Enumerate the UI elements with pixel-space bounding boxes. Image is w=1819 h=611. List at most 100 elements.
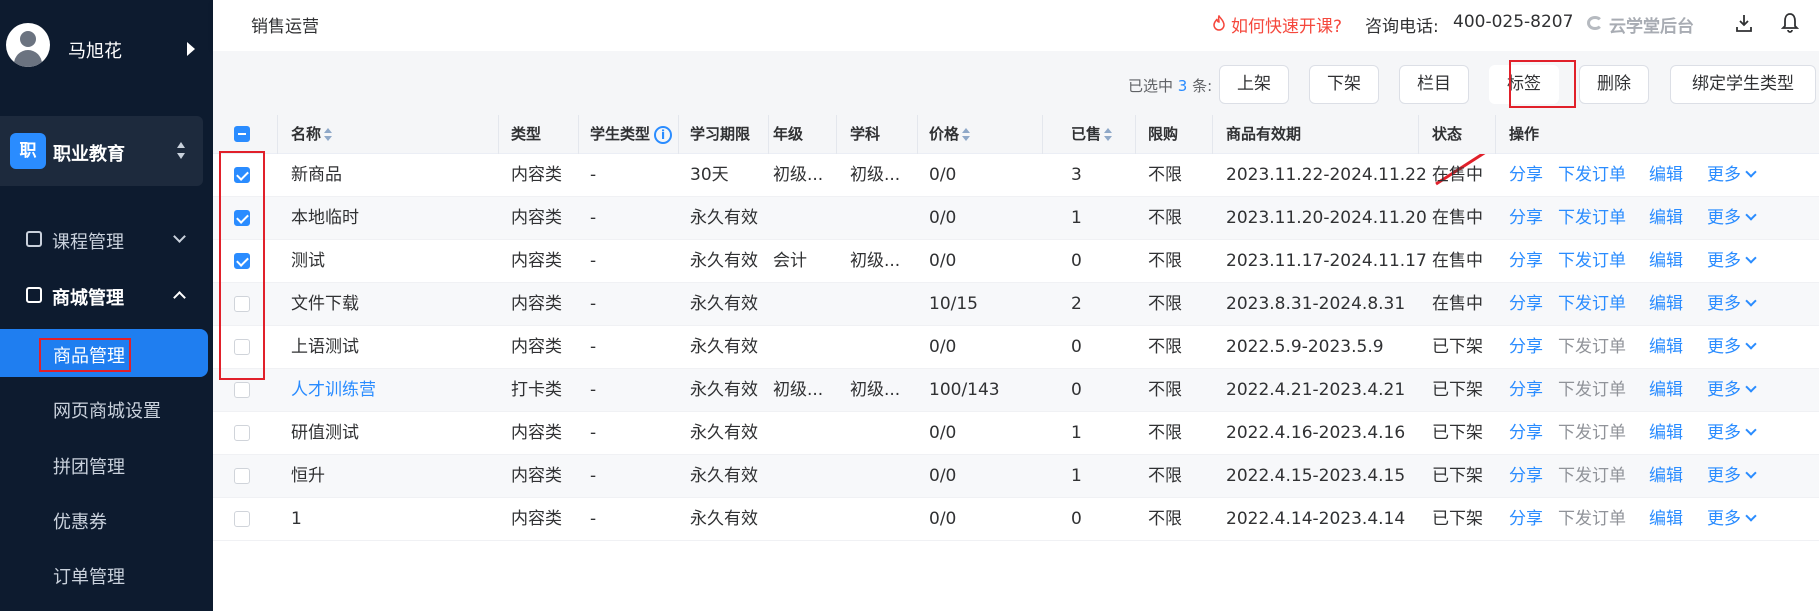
share-link[interactable]: 分享	[1509, 197, 1543, 240]
cell-grade: 初级...	[773, 380, 824, 400]
more-label: 更多	[1707, 165, 1741, 185]
edit-link[interactable]: 编辑	[1649, 455, 1683, 498]
cell-status: 已下架	[1432, 466, 1483, 486]
issue-order-link[interactable]: 下发订单	[1558, 369, 1626, 412]
col-sold[interactable]: 已售	[1071, 115, 1113, 154]
issue-order-link[interactable]: 下发订单	[1558, 455, 1626, 498]
bell-icon[interactable]	[1781, 12, 1799, 34]
issue-order-link[interactable]: 下发订单	[1558, 412, 1626, 455]
cell-price: 0/0	[929, 509, 957, 529]
table-row: 研值测试 内容类 - 永久有效 0/0 1 不限 2022.4.16-2023.4.16 已下架…	[213, 412, 1819, 455]
edit-link[interactable]: 编辑	[1649, 369, 1683, 412]
more-dropdown[interactable]: 更多	[1707, 369, 1757, 412]
table-row: 1 内容类 - 永久有效 0/0 0 不限 2022.4.14-2023.4.14 已下架 分享下…	[213, 498, 1819, 541]
cloud-icon	[1587, 16, 1603, 30]
col-actions: 操作	[1509, 125, 1540, 143]
more-dropdown[interactable]: 更多	[1707, 412, 1757, 455]
column-button[interactable]: 栏目	[1399, 65, 1469, 104]
cell-term: 永久有效	[690, 208, 758, 228]
share-link[interactable]: 分享	[1509, 326, 1543, 369]
issue-order-link[interactable]: 下发订单	[1558, 283, 1626, 326]
issue-order-link[interactable]: 下发订单	[1558, 154, 1626, 197]
sidebar-item-orders[interactable]: 订单管理	[0, 550, 213, 598]
share-link[interactable]: 分享	[1509, 412, 1543, 455]
col-price[interactable]: 价格	[929, 115, 971, 154]
cell-name[interactable]: 人才训练营	[291, 369, 376, 412]
cell-status: 在售中	[1432, 208, 1483, 228]
brand-link[interactable]: 云学堂后台	[1609, 12, 1694, 37]
issue-order-link[interactable]: 下发订单	[1558, 197, 1626, 240]
more-dropdown[interactable]: 更多	[1707, 240, 1757, 283]
edit-link[interactable]: 编辑	[1649, 154, 1683, 197]
table-row: 本地临时 内容类 - 永久有效 0/0 1 不限 2023.11.20-2024.11.20 在…	[213, 197, 1819, 240]
more-dropdown[interactable]: 更多	[1707, 498, 1757, 541]
download-icon[interactable]	[1735, 13, 1753, 33]
chevron-down-icon	[1745, 381, 1757, 393]
share-link[interactable]: 分享	[1509, 369, 1543, 412]
cell-name: 测试	[291, 251, 325, 271]
col-name[interactable]: 名称	[291, 115, 333, 154]
cell-limit: 不限	[1148, 337, 1182, 357]
edit-link[interactable]: 编辑	[1649, 412, 1683, 455]
cell-type: 内容类	[511, 294, 562, 314]
cell-grade: 会计	[773, 251, 807, 271]
sidebar-item-web-mall[interactable]: 网页商城设置	[0, 384, 213, 432]
cell-limit: 不限	[1148, 208, 1182, 228]
share-link[interactable]: 分享	[1509, 283, 1543, 326]
sidebar-item-label: 网页商城设置	[53, 401, 161, 422]
sidebar-item-coupons[interactable]: 优惠券	[0, 495, 213, 543]
issue-order-link[interactable]: 下发订单	[1558, 498, 1626, 541]
user-profile[interactable]: 马旭花	[0, 0, 213, 100]
more-dropdown[interactable]: 更多	[1707, 326, 1757, 369]
avatar	[6, 23, 50, 67]
row-checkbox[interactable]	[234, 468, 250, 484]
cell-status: 在售中	[1432, 165, 1483, 185]
user-name: 马旭花	[68, 41, 122, 62]
cell-student-type: -	[590, 423, 597, 443]
share-link[interactable]: 分享	[1509, 455, 1543, 498]
edit-link[interactable]: 编辑	[1649, 498, 1683, 541]
on-shelf-button[interactable]: 上架	[1219, 65, 1289, 104]
share-link[interactable]: 分享	[1509, 154, 1543, 197]
more-dropdown[interactable]: 更多	[1707, 197, 1757, 240]
cell-limit: 不限	[1148, 294, 1182, 314]
menu-mall[interactable]: 商城管理	[0, 273, 213, 317]
org-switcher[interactable]: 职 职业教育	[0, 116, 203, 186]
more-label: 更多	[1707, 294, 1741, 314]
share-link[interactable]: 分享	[1509, 240, 1543, 283]
cell-sold: 3	[1071, 165, 1082, 185]
row-checkbox[interactable]	[234, 425, 250, 441]
more-dropdown[interactable]: 更多	[1707, 283, 1757, 326]
bind-student-type-button[interactable]: 绑定学生类型	[1670, 65, 1816, 104]
row-checkbox[interactable]	[234, 382, 250, 398]
cell-type: 内容类	[511, 165, 562, 185]
cell-name: 本地临时	[291, 208, 359, 228]
issue-order-link[interactable]: 下发订单	[1558, 326, 1626, 369]
delete-button[interactable]: 删除	[1579, 65, 1649, 104]
caret-right-icon	[187, 42, 195, 56]
info-icon[interactable]: i	[654, 125, 673, 144]
share-link[interactable]: 分享	[1509, 498, 1543, 541]
more-dropdown[interactable]: 更多	[1707, 455, 1757, 498]
annotation-box	[1509, 60, 1576, 108]
edit-link[interactable]: 编辑	[1649, 240, 1683, 283]
edit-link[interactable]: 编辑	[1649, 283, 1683, 326]
edit-link[interactable]: 编辑	[1649, 326, 1683, 369]
cell-status: 已下架	[1432, 337, 1483, 357]
issue-order-link[interactable]: 下发订单	[1558, 240, 1626, 283]
sidebar-item-group-buy[interactable]: 拼团管理	[0, 440, 213, 488]
off-shelf-button[interactable]: 下架	[1309, 65, 1379, 104]
menu-course[interactable]: 课程管理	[0, 217, 213, 261]
chevron-down-icon	[1745, 166, 1757, 178]
select-all-checkbox[interactable]	[234, 126, 250, 142]
cell-status: 已下架	[1432, 380, 1483, 400]
table-row: 上语测试 内容类 - 永久有效 0/0 0 不限 2022.5.9-2023.5.9 已下架 分享…	[213, 326, 1819, 369]
quick-start-link[interactable]: 如何快速开课?	[1231, 12, 1342, 37]
edit-link[interactable]: 编辑	[1649, 197, 1683, 240]
cell-term: 永久有效	[690, 294, 758, 314]
row-checkbox[interactable]	[234, 511, 250, 527]
cell-status: 已下架	[1432, 509, 1483, 529]
cell-student-type: -	[590, 466, 597, 486]
more-dropdown[interactable]: 更多	[1707, 154, 1757, 197]
table-header: 名称 类型 学生类型 i 学习期限 年级 学科 价格 已售 限购 商品有效期 状…	[213, 115, 1819, 154]
